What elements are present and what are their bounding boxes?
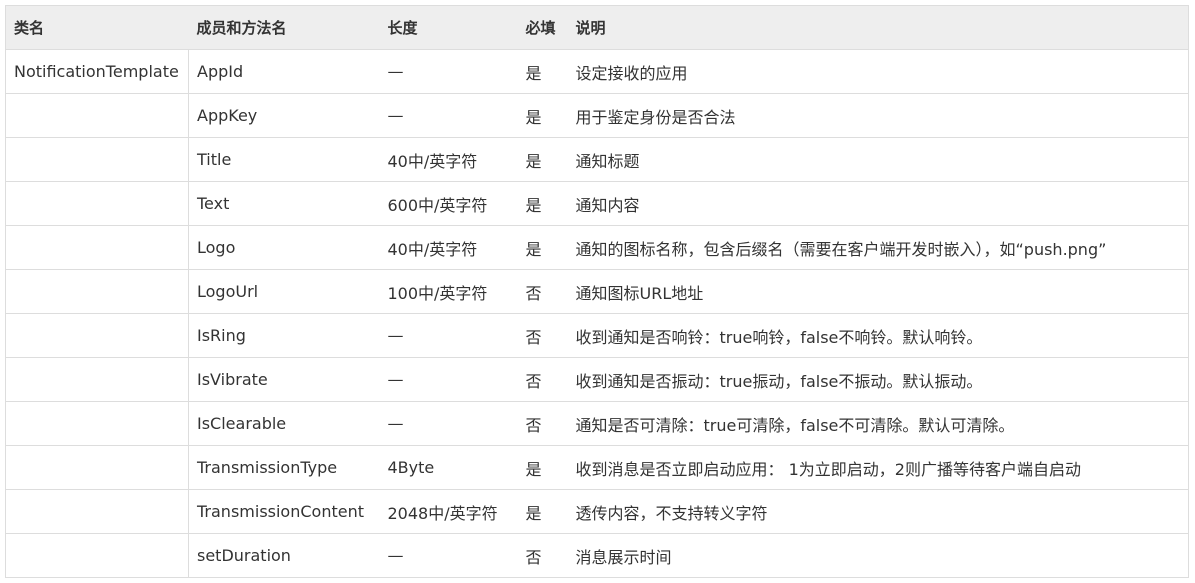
- cell-required: 是: [517, 49, 568, 94]
- table-row: setDuration — 否消息展示时间: [5, 533, 1189, 578]
- cell-required: 是: [517, 181, 568, 226]
- cell-length: —: [379, 533, 518, 578]
- cell-length: —: [379, 93, 518, 138]
- api-table-container: 类名 成员和方法名 长度 必填 说明 NotificationTemplate A…: [5, 5, 1189, 578]
- cell-member-name: Logo: [188, 225, 380, 270]
- notification-template-table: 类名 成员和方法名 长度 必填 说明 NotificationTemplate A…: [5, 5, 1189, 578]
- table-row: TransmissionContent 2048中/英字符是透传内容，不支持转义字…: [5, 489, 1189, 534]
- cell-length: —: [379, 313, 518, 358]
- cell-member-name: Text: [188, 181, 380, 226]
- cell-required: 是: [517, 489, 568, 534]
- cell-member-name: IsRing: [188, 313, 380, 358]
- cell-description: 收到通知是否响铃：true响铃，false不响铃。默认响铃。: [567, 313, 1189, 358]
- cell-member-name: setDuration: [188, 533, 380, 578]
- cell-required: 否: [517, 269, 568, 314]
- cell-member-name: AppId: [188, 49, 380, 94]
- cell-required: 否: [517, 533, 568, 578]
- cell-class-name: [5, 357, 189, 402]
- cell-member-name: IsVibrate: [188, 357, 380, 402]
- cell-class-name: [5, 269, 189, 314]
- header-required: 必填: [517, 5, 568, 50]
- table-row: Logo 40中/英字符是通知的图标名称，包含后缀名（需要在客户端开发时嵌入），如…: [5, 225, 1189, 270]
- cell-member-name: IsClearable: [188, 401, 380, 446]
- cell-description: 收到消息是否立即启动应用： 1为立即启动，2则广播等待客户端自启动: [567, 445, 1189, 490]
- table-row: AppKey — 是用于鉴定身份是否合法: [5, 93, 1189, 138]
- cell-required: 是: [517, 93, 568, 138]
- table-body: NotificationTemplate AppId — 是设定接收的应用 AppKey…: [5, 49, 1189, 578]
- cell-required: 否: [517, 401, 568, 446]
- table-row: IsVibrate — 否收到通知是否振动：true振动，false不振动。默认振动…: [5, 357, 1189, 402]
- cell-required: 是: [517, 225, 568, 270]
- header-description: 说明: [567, 5, 1189, 50]
- cell-class-name: [5, 489, 189, 534]
- cell-description: 透传内容，不支持转义字符: [567, 489, 1189, 534]
- cell-class-name: [5, 445, 189, 490]
- header-class-name: 类名: [5, 5, 189, 50]
- cell-class-name: [5, 181, 189, 226]
- cell-member-name: LogoUrl: [188, 269, 380, 314]
- cell-class-name: [5, 93, 189, 138]
- cell-length: —: [379, 49, 518, 94]
- table-row: IsRing — 否收到通知是否响铃：true响铃，false不响铃。默认响铃。: [5, 313, 1189, 358]
- table-header-row: 类名 成员和方法名 长度 必填 说明: [5, 5, 1189, 50]
- cell-required: 否: [517, 313, 568, 358]
- cell-description: 设定接收的应用: [567, 49, 1189, 94]
- cell-description: 通知是否可清除：true可清除，false不可清除。默认可清除。: [567, 401, 1189, 446]
- cell-length: —: [379, 357, 518, 402]
- table-row: IsClearable — 否通知是否可清除：true可清除，false不可清除。默…: [5, 401, 1189, 446]
- header-length: 长度: [379, 5, 518, 50]
- cell-required: 否: [517, 357, 568, 402]
- cell-member-name: TransmissionType: [188, 445, 380, 490]
- cell-description: 用于鉴定身份是否合法: [567, 93, 1189, 138]
- cell-description: 通知图标URL地址: [567, 269, 1189, 314]
- cell-length: 2048中/英字符: [379, 489, 518, 534]
- table-row: Title 40中/英字符是通知标题: [5, 137, 1189, 182]
- cell-length: —: [379, 401, 518, 446]
- cell-class-name: NotificationTemplate: [5, 49, 189, 94]
- cell-class-name: [5, 137, 189, 182]
- table-row: Text 600中/英字符是通知内容: [5, 181, 1189, 226]
- cell-class-name: [5, 225, 189, 270]
- cell-class-name: [5, 401, 189, 446]
- cell-required: 是: [517, 445, 568, 490]
- table-row: LogoUrl 100中/英字符否通知图标URL地址: [5, 269, 1189, 314]
- cell-description: 通知的图标名称，包含后缀名（需要在客户端开发时嵌入），如“push.png”: [567, 225, 1189, 270]
- header-member-name: 成员和方法名: [188, 5, 380, 50]
- cell-member-name: TransmissionContent: [188, 489, 380, 534]
- cell-length: 600中/英字符: [379, 181, 518, 226]
- cell-length: 40中/英字符: [379, 225, 518, 270]
- cell-description: 通知内容: [567, 181, 1189, 226]
- cell-length: 4Byte: [379, 445, 518, 490]
- cell-description: 收到通知是否振动：true振动，false不振动。默认振动。: [567, 357, 1189, 402]
- cell-required: 是: [517, 137, 568, 182]
- table-row: TransmissionType 4Byte 是收到消息是否立即启动应用： 1为立即…: [5, 445, 1189, 490]
- cell-member-name: AppKey: [188, 93, 380, 138]
- cell-class-name: [5, 533, 189, 578]
- cell-length: 40中/英字符: [379, 137, 518, 182]
- cell-length: 100中/英字符: [379, 269, 518, 314]
- cell-class-name: [5, 313, 189, 358]
- cell-description: 消息展示时间: [567, 533, 1189, 578]
- table-row: NotificationTemplate AppId — 是设定接收的应用: [5, 49, 1189, 94]
- cell-description: 通知标题: [567, 137, 1189, 182]
- cell-member-name: Title: [188, 137, 380, 182]
